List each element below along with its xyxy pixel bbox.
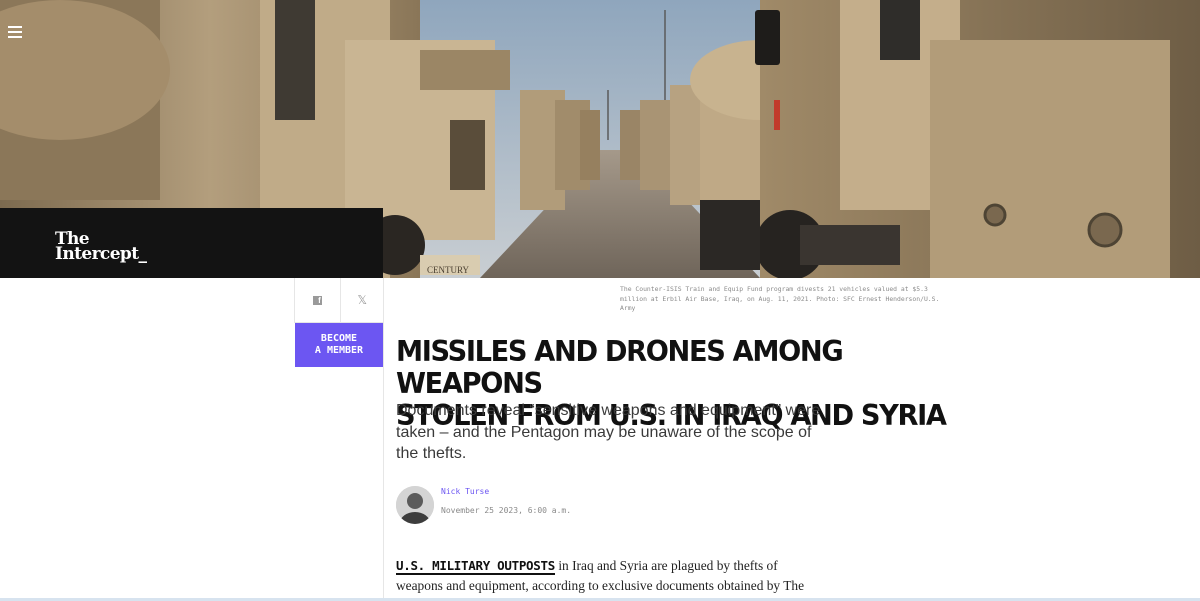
headline-line-1: MISSILES AND DRONES AMONG WEAPONS bbox=[396, 335, 844, 400]
facebook-share-button[interactable]: f bbox=[295, 278, 340, 322]
author-name-link[interactable]: Nick Turse bbox=[441, 487, 489, 496]
article-body: U.S. MILITARY OUTPOSTS in Iraq and Syria… bbox=[396, 556, 816, 601]
member-label-line-2: a member bbox=[314, 345, 364, 356]
publish-date: November 25 2023, 6:00 a.m. bbox=[441, 506, 572, 515]
become-member-button[interactable]: Become a member bbox=[295, 323, 383, 367]
author-photo bbox=[396, 486, 434, 524]
hero-image: CENTURY The Intercept bbox=[0, 0, 1200, 278]
lead-in-link[interactable]: U.S. MILITARY OUTPOSTS bbox=[396, 558, 555, 575]
x-icon: 𝕏 bbox=[357, 293, 368, 307]
content-divider bbox=[383, 278, 384, 601]
member-label-line-1: Become bbox=[320, 333, 358, 344]
x-share-button[interactable]: 𝕏 bbox=[339, 278, 385, 322]
logo-line-2: Intercept bbox=[55, 246, 146, 263]
menu-bar bbox=[8, 31, 22, 33]
author-avatar[interactable] bbox=[396, 486, 434, 524]
hamburger-menu-icon[interactable] bbox=[8, 26, 22, 40]
site-logo[interactable]: The Intercept bbox=[55, 231, 146, 263]
menu-bar bbox=[8, 36, 22, 38]
facebook-icon: f bbox=[312, 295, 322, 305]
photo-caption: The Counter-ISIS Train and Equip Fund pr… bbox=[620, 285, 940, 313]
share-buttons: f 𝕏 bbox=[294, 278, 384, 323]
logo-block: The Intercept bbox=[0, 208, 383, 278]
article-dek: Documents reveal “sensitive weapons and … bbox=[396, 402, 821, 462]
truck-badge-text: CENTURY bbox=[427, 265, 470, 275]
menu-bar bbox=[8, 26, 22, 28]
